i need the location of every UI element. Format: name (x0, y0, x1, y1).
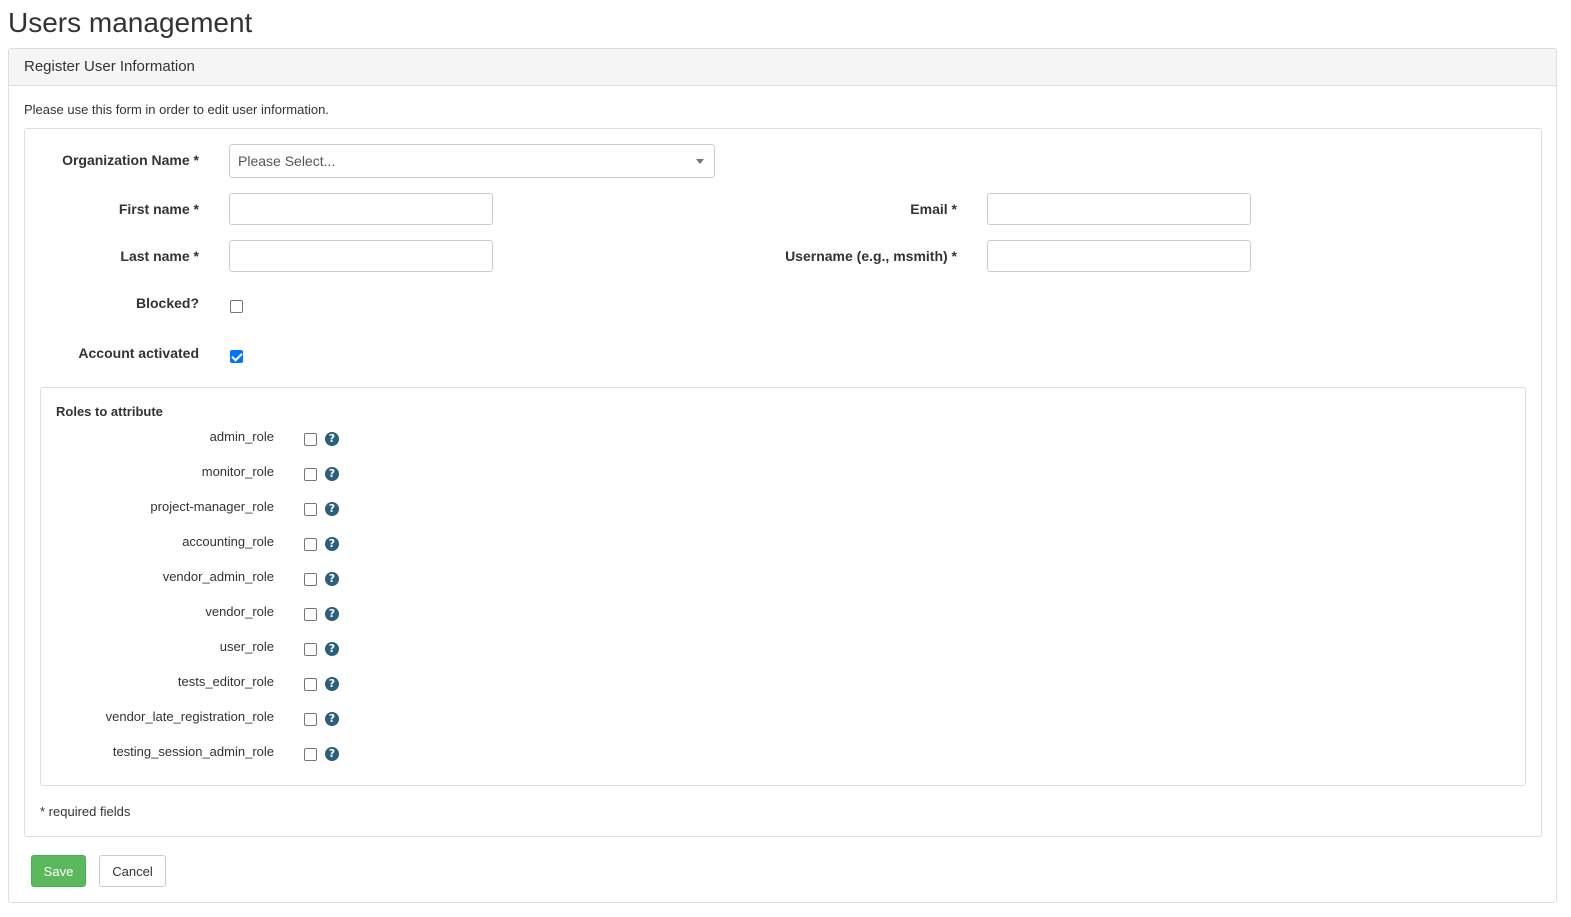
role-label: vendor_role (205, 604, 274, 619)
role-row-vendor-admin: vendor_admin_role ? (41, 569, 441, 589)
role-row-tests-editor: tests_editor_role ? (41, 674, 441, 694)
roles-title: Roles to attribute (56, 404, 163, 419)
role-label: vendor_admin_role (162, 569, 274, 584)
role-label: admin_role (209, 429, 274, 444)
role-row-testing-session-admin: testing_session_admin_role ? (41, 744, 441, 764)
role-row-user: user_role ? (41, 639, 441, 659)
role-label: testing_session_admin_role (112, 744, 274, 759)
email-label: Email * (910, 201, 957, 217)
role-row-vendor: vendor_role ? (41, 604, 441, 624)
first-name-label: First name * (118, 201, 199, 217)
first-name-field[interactable] (229, 193, 493, 225)
role-checkbox-vendor-admin[interactable] (304, 573, 317, 586)
organization-select[interactable]: Please Select... (229, 144, 715, 178)
role-label: project-manager_role (150, 499, 274, 514)
chevron-down-icon (696, 159, 704, 164)
account-activated-label: Account activated (78, 345, 199, 361)
roles-fieldset: Roles to attribute admin_role ? monitor_… (40, 387, 1526, 786)
help-icon[interactable]: ? (325, 747, 339, 761)
account-activated-checkbox[interactable] (230, 350, 243, 363)
blocked-label: Blocked? (135, 295, 199, 311)
role-checkbox-monitor[interactable] (304, 468, 317, 481)
last-name-field[interactable] (229, 240, 493, 272)
help-icon[interactable]: ? (325, 607, 339, 621)
last-name-label: Last name * (120, 248, 199, 264)
role-label: accounting_role (182, 534, 274, 549)
help-icon[interactable]: ? (325, 537, 339, 551)
role-label: vendor_late_registration_role (105, 709, 274, 724)
cancel-button[interactable]: Cancel (99, 855, 166, 887)
register-user-panel: Register User Information Please use thi… (8, 48, 1557, 903)
role-checkbox-accounting[interactable] (304, 538, 317, 551)
role-checkbox-user[interactable] (304, 643, 317, 656)
role-row-accounting: accounting_role ? (41, 534, 441, 554)
username-label: Username (e.g., msmith) * (785, 248, 957, 264)
role-row-admin: admin_role ? (41, 429, 441, 449)
organization-label: Organization Name * (62, 152, 199, 168)
role-checkbox-vendor-late-registration[interactable] (304, 713, 317, 726)
role-label: monitor_role (201, 464, 274, 479)
intro-text: Please use this form in order to edit us… (24, 102, 329, 117)
required-fields-note: * required fields (40, 804, 131, 819)
blocked-checkbox[interactable] (230, 300, 243, 313)
user-form: Organization Name * Please Select... Fir… (24, 128, 1542, 837)
role-row-vendor-late-registration: vendor_late_registration_role ? (41, 709, 441, 729)
help-icon[interactable]: ? (325, 712, 339, 726)
help-icon[interactable]: ? (325, 642, 339, 656)
panel-heading: Register User Information (9, 49, 1556, 86)
role-label: tests_editor_role (177, 674, 274, 689)
help-icon[interactable]: ? (325, 677, 339, 691)
help-icon[interactable]: ? (325, 502, 339, 516)
role-checkbox-testing-session-admin[interactable] (304, 748, 317, 761)
help-icon[interactable]: ? (325, 432, 339, 446)
username-field[interactable] (987, 240, 1251, 272)
role-checkbox-tests-editor[interactable] (304, 678, 317, 691)
page-title: Users management (8, 7, 253, 38)
help-icon[interactable]: ? (325, 572, 339, 586)
role-checkbox-project-manager[interactable] (304, 503, 317, 516)
role-checkbox-admin[interactable] (304, 433, 317, 446)
role-checkbox-vendor[interactable] (304, 608, 317, 621)
organization-select-placeholder: Please Select... (238, 153, 336, 169)
save-button[interactable]: Save (31, 855, 86, 887)
role-row-monitor: monitor_role ? (41, 464, 441, 484)
help-icon[interactable]: ? (325, 467, 339, 481)
role-label: user_role (219, 639, 274, 654)
email-field[interactable] (987, 193, 1251, 225)
role-row-project-manager: project-manager_role ? (41, 499, 441, 519)
